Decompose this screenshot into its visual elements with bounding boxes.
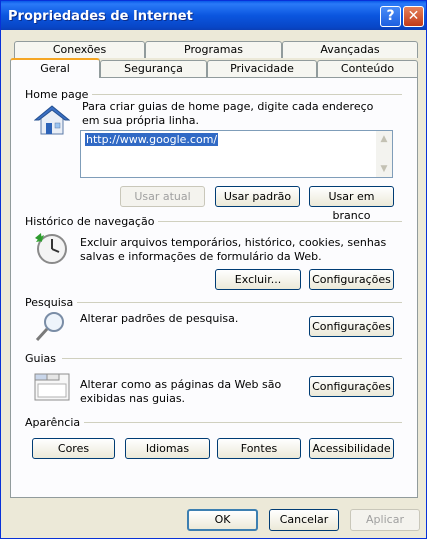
history-clock-icon [35, 233, 67, 264]
delete-history-button[interactable]: Excluir... [215, 269, 301, 290]
home-page-description: Para criar guias de home page, digite ca… [82, 100, 374, 127]
accessibility-button[interactable]: Acessibilidade [309, 438, 394, 459]
appearance-label: Aparência [25, 416, 85, 429]
close-icon: ✕ [407, 8, 420, 24]
url-scrollbar[interactable]: ▲ ▼ [376, 131, 392, 177]
history-divider [141, 221, 402, 222]
use-blank-button[interactable]: Usar em branco [309, 186, 394, 222]
use-default-button[interactable]: Usar padrão [215, 186, 300, 207]
magnifier-icon [35, 312, 64, 342]
tabs-description: Alterar como as páginas da Web são exibi… [80, 378, 282, 405]
history-settings-button[interactable]: Configurações [309, 269, 394, 290]
search-description: Alterar padrões de pesquisa. [80, 312, 239, 325]
fonts-button[interactable]: Fontes [217, 438, 301, 459]
colors-button[interactable]: Cores [32, 438, 115, 459]
languages-button[interactable]: Idiomas [125, 438, 210, 459]
search-label: Pesquisa [25, 296, 78, 309]
scroll-up-icon[interactable]: ▲ [376, 131, 392, 147]
history-label: Histórico de navegação [25, 215, 159, 228]
tab-programas[interactable]: Programas [145, 41, 282, 58]
internet-options-dialog: Propriedades de Internet ? ✕ Conexões Pr… [0, 0, 427, 539]
tab-conexoes[interactable]: Conexões [14, 41, 145, 58]
tab-seguranca[interactable]: Segurança [100, 60, 207, 77]
tabbed-window-icon [34, 373, 70, 401]
use-current-button[interactable]: Usar atual [120, 186, 205, 207]
ok-button[interactable]: OK [187, 509, 258, 531]
scroll-down-icon[interactable]: ▼ [376, 161, 392, 177]
tab-privacidade[interactable]: Privacidade [207, 60, 317, 77]
search-divider [75, 302, 402, 303]
home-page-divider [77, 94, 402, 95]
help-button[interactable]: ? [380, 6, 401, 27]
tabs-settings-button[interactable]: Configurações [309, 376, 394, 397]
history-description: Excluir arquivos temporários, histórico,… [80, 236, 387, 263]
home-page-url-value: http://www.google.com/ [85, 133, 219, 146]
tab-avancadas[interactable]: Avançadas [282, 41, 418, 58]
appearance-divider [81, 422, 402, 423]
tab-conteudo[interactable]: Conteúdo [317, 60, 418, 77]
tabs-divider [62, 358, 402, 359]
tabs-section-label: Guias [25, 352, 61, 365]
title-bar[interactable]: Propriedades de Internet ? ✕ [1, 1, 426, 30]
search-settings-button[interactable]: Configurações [309, 316, 394, 337]
apply-button[interactable]: Aplicar [350, 509, 420, 531]
cancel-button[interactable]: Cancelar [269, 509, 339, 531]
window-title: Propriedades de Internet [8, 9, 193, 24]
tab-geral[interactable]: Geral [10, 58, 100, 78]
home-page-url-input[interactable]: http://www.google.com/ ▲ ▼ [80, 130, 393, 178]
close-button[interactable]: ✕ [403, 6, 424, 27]
help-icon: ? [386, 8, 395, 24]
house-icon [34, 105, 70, 135]
